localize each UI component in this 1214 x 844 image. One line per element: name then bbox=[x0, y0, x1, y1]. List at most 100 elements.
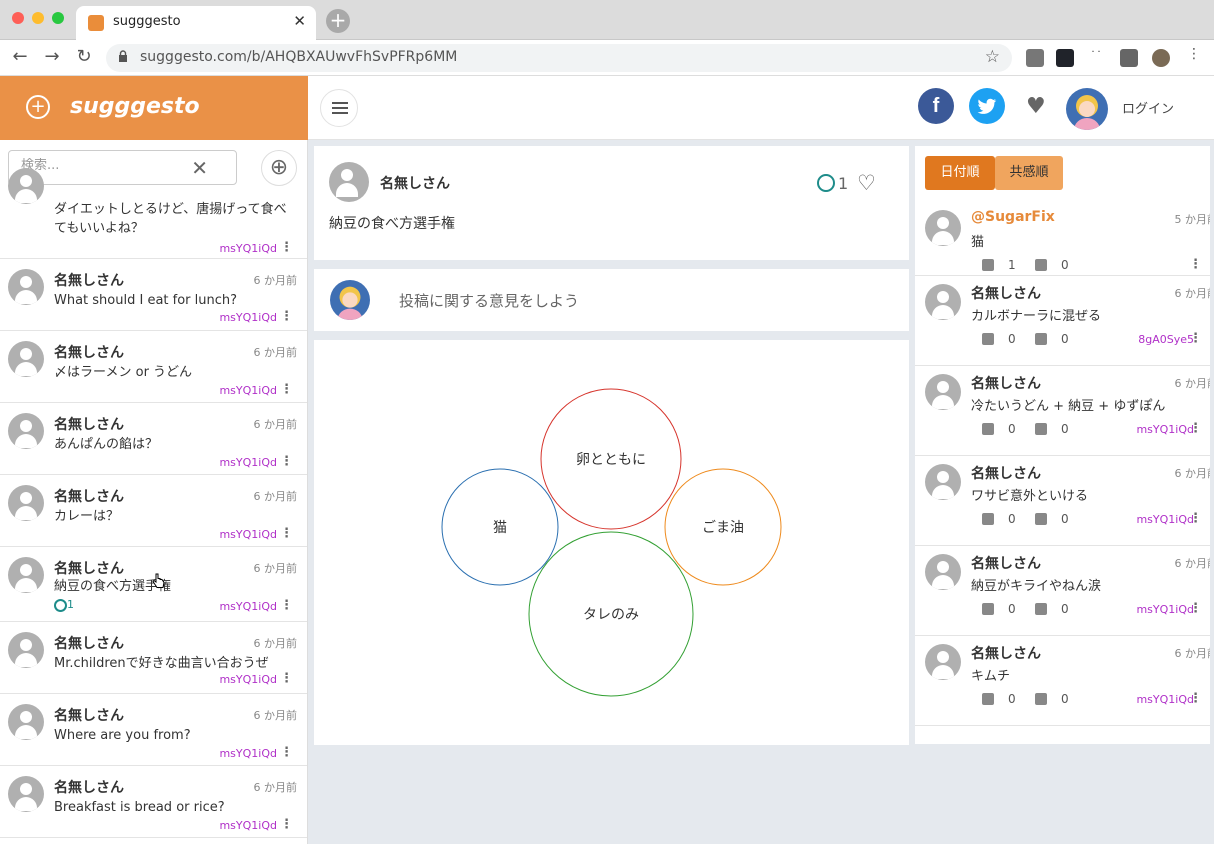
bookmark-star-icon[interactable]: ☆ bbox=[985, 47, 1000, 67]
list-item[interactable]: ダイエットしとるけど、唐揚げって食べてもいいよね？ msYQ1iQd ⋮ bbox=[0, 168, 307, 259]
more-options-icon[interactable]: ⋮ bbox=[1189, 331, 1202, 346]
more-options-icon[interactable]: ⋮ bbox=[280, 309, 293, 324]
empathy-count: 1 bbox=[838, 174, 849, 193]
more-options-icon[interactable]: ⋮ bbox=[280, 454, 293, 469]
post-author: 名無しさん bbox=[54, 561, 124, 577]
opinion-bubbles: 卵とともに 猫 ごま油 タレのみ bbox=[441, 388, 782, 697]
close-window-button[interactable] bbox=[12, 12, 24, 24]
sort-by-empathy-button[interactable]: 共感順 bbox=[995, 156, 1063, 190]
facebook-share-button[interactable]: f bbox=[918, 88, 954, 124]
address-bar[interactable]: sugggesto.com/b/AHQBXAUwvFhSvPFRp6MM ☆ bbox=[106, 44, 1012, 72]
list-item[interactable]: 名無しさん 6 か月前 Breakfast is bread or rice? … bbox=[0, 766, 307, 838]
empathy-count: 1 bbox=[67, 598, 74, 611]
post-author-avatar bbox=[329, 162, 369, 202]
twitter-share-button[interactable] bbox=[969, 88, 1005, 124]
search-input[interactable] bbox=[21, 158, 181, 173]
downvote-count: 0 bbox=[1061, 258, 1069, 272]
back-icon[interactable]: ← bbox=[8, 46, 32, 67]
opinion-item[interactable]: 名無しさん 6 か月前納豆がキライやねん涙 0 0 msYQ1iQd⋮ bbox=[915, 546, 1210, 636]
list-item[interactable]: 名無しさん 6 か月前 カレーは？ msYQ1iQd ⋮ bbox=[0, 475, 307, 547]
thumbs-down-icon[interactable] bbox=[1035, 259, 1047, 274]
avatar bbox=[925, 554, 961, 590]
reload-icon[interactable]: ↻ bbox=[72, 46, 96, 67]
forward-icon[interactable]: → bbox=[40, 46, 64, 67]
thumbs-up-icon[interactable] bbox=[982, 259, 994, 274]
opinion-item[interactable]: 名無しさん 6 か月前冷たいうどん + 納豆 + ゆずぽん 0 0 msYQ1iQd⋮ bbox=[915, 366, 1210, 456]
favorites-heart-icon[interactable]: ♥ bbox=[1026, 94, 1046, 119]
thumbs-down-icon[interactable] bbox=[1035, 693, 1047, 708]
maximize-window-button[interactable] bbox=[52, 12, 64, 24]
list-item[interactable]: 名無しさん 6 か月前 あんぱんの餡は？ msYQ1iQd ⋮ bbox=[0, 403, 307, 475]
opinion-author[interactable]: @SugarFix bbox=[971, 209, 1055, 225]
downvote-count: 0 bbox=[1061, 512, 1069, 526]
composer-avatar bbox=[330, 280, 370, 320]
more-options-icon[interactable]: ⋮ bbox=[1189, 601, 1202, 616]
thumbs-up-icon[interactable] bbox=[982, 603, 994, 618]
app: + sugggesto f ♥ ログイン ✕ ⊕ bbox=[0, 76, 1214, 844]
more-options-icon[interactable]: ⋮ bbox=[1189, 511, 1202, 526]
avatar bbox=[925, 644, 961, 680]
main-post-card: 名無しさん 納豆の食べ方選手権 1 ♡ bbox=[314, 146, 909, 260]
like-heart-icon[interactable]: ♡ bbox=[857, 171, 876, 195]
tab-close-icon[interactable]: ✕ bbox=[293, 12, 306, 30]
hamburger-menu-button[interactable] bbox=[320, 89, 358, 127]
browser-toolbar: ← → ↻ sugggesto.com/b/AHQBXAUwvFhSvPFRp6… bbox=[0, 40, 1214, 76]
more-options-icon[interactable]: ⋮ bbox=[280, 382, 293, 397]
login-link[interactable]: ログイン bbox=[1122, 98, 1174, 117]
opinion-text: カルボナーラに混ぜる bbox=[971, 309, 1102, 324]
opinion-item[interactable]: @SugarFix 5 か月前猫 1 0 ⋮ bbox=[915, 196, 1210, 276]
more-options-icon[interactable]: ⋮ bbox=[1189, 421, 1202, 436]
user-avatar-illustration bbox=[1074, 95, 1100, 130]
extension-dots-icon[interactable]: ˙˙ bbox=[1090, 49, 1108, 67]
thumbs-up-icon[interactable] bbox=[982, 423, 994, 438]
upvote-count: 0 bbox=[1008, 692, 1016, 706]
opinion-bubble-card: 卵とともに 猫 ごま油 タレのみ bbox=[314, 340, 909, 745]
browser-titlebar: sugggesto ✕ + bbox=[0, 0, 1214, 40]
thumbs-down-icon[interactable] bbox=[1035, 513, 1047, 528]
post-text: Breakfast is bread or rice? bbox=[54, 800, 225, 815]
list-item[interactable]: 名無しさん 6 か月前 Mr.childrenで好きな曲言い合おうぜ msYQ1… bbox=[0, 622, 307, 694]
thumbs-up-icon[interactable] bbox=[982, 513, 994, 528]
thumbs-up-icon[interactable] bbox=[982, 333, 994, 348]
minimize-window-button[interactable] bbox=[32, 12, 44, 24]
opinion-item[interactable]: 名無しさん 6 か月前ワサビ意外といける 0 0 msYQ1iQd⋮ bbox=[915, 456, 1210, 546]
clear-search-icon[interactable]: ✕ bbox=[191, 156, 208, 180]
more-options-icon[interactable]: ⋮ bbox=[1189, 691, 1202, 706]
list-item[interactable]: 名無しさん 6 か月前 What should I eat for lunch?… bbox=[0, 259, 307, 331]
avatar bbox=[925, 374, 961, 410]
add-post-button[interactable]: ⊕ bbox=[261, 150, 297, 186]
opinion-composer[interactable]: 投稿に関する意見をしよう bbox=[314, 269, 909, 331]
post-author: 名無しさん bbox=[380, 176, 450, 192]
composer-prompt[interactable]: 投稿に関する意見をしよう bbox=[399, 290, 579, 311]
opinion-item[interactable]: 名無しさん 6 か月前カルボナーラに混ぜる 0 0 8gA0Sye5⋮ bbox=[915, 276, 1210, 366]
user-avatar[interactable] bbox=[1066, 88, 1108, 130]
empathy-face-icon[interactable] bbox=[817, 174, 835, 192]
more-options-icon[interactable]: ⋮ bbox=[280, 526, 293, 541]
list-item[interactable]: 名無しさん 6 か月前 〆はラーメン or うどん msYQ1iQd ⋮ bbox=[0, 331, 307, 403]
more-options-icon[interactable]: ⋮ bbox=[1189, 257, 1202, 272]
post-author: 名無しさん bbox=[54, 345, 124, 361]
browser-tab[interactable]: sugggesto ✕ bbox=[76, 6, 316, 40]
browser-menu-icon[interactable]: ⋮ bbox=[1182, 46, 1206, 62]
list-item[interactable]: 名無しさん 6 か月前 Where are you from? msYQ1iQd… bbox=[0, 694, 307, 766]
sort-by-date-button[interactable]: 日付順 bbox=[925, 156, 995, 190]
more-options-icon[interactable]: ⋮ bbox=[280, 240, 293, 255]
more-options-icon[interactable]: ⋮ bbox=[280, 817, 293, 832]
brand-header[interactable]: + sugggesto bbox=[0, 76, 308, 140]
opinion-item[interactable]: 名無しさん 6 か月前キムチ 0 0 msYQ1iQd⋮ bbox=[915, 636, 1210, 726]
thumbs-down-icon[interactable] bbox=[1035, 423, 1047, 438]
post-author: 名無しさん bbox=[54, 636, 124, 652]
more-options-icon[interactable]: ⋮ bbox=[280, 598, 293, 613]
extension-b-icon[interactable] bbox=[1026, 49, 1044, 67]
extensions-puzzle-icon[interactable] bbox=[1120, 49, 1138, 67]
thumbs-down-icon[interactable] bbox=[1035, 333, 1047, 348]
thumbs-down-icon[interactable] bbox=[1035, 603, 1047, 618]
thumbs-up-icon[interactable] bbox=[982, 693, 994, 708]
post-text: Mr.childrenで好きな曲言い合おうぜ bbox=[54, 656, 269, 671]
react-devtools-icon[interactable] bbox=[1056, 49, 1074, 67]
new-tab-button[interactable]: + bbox=[326, 9, 350, 33]
more-options-icon[interactable]: ⋮ bbox=[280, 745, 293, 760]
profile-avatar[interactable] bbox=[1152, 49, 1170, 67]
opinion-user-id: msYQ1iQd bbox=[1136, 423, 1194, 436]
more-options-icon[interactable]: ⋮ bbox=[280, 671, 293, 686]
